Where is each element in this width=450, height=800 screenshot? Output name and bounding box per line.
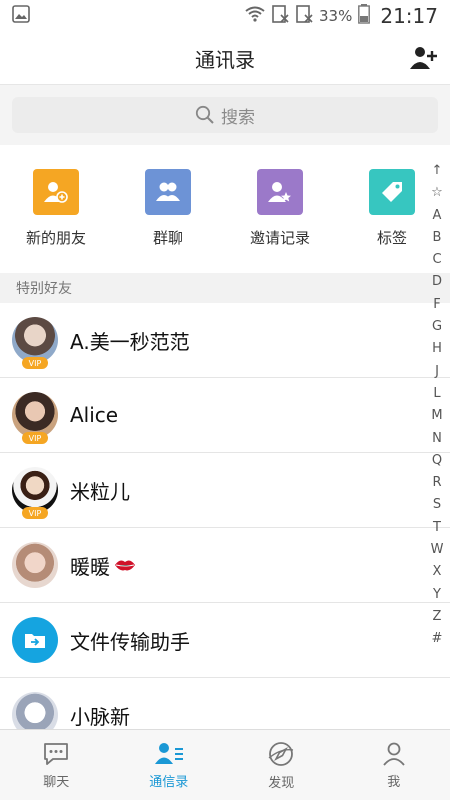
contact-row[interactable]: VIP Alice [0,378,450,453]
new-friends-button[interactable]: 新的朋友 [0,169,112,248]
index-letter[interactable]: R [432,472,441,494]
index-letter[interactable]: ☆ [431,182,443,204]
no-sim-icon [271,5,289,27]
avatar [12,542,58,588]
alphabet-index[interactable]: ↑ ☆ A B C D F G H J L M N Q R S T W X Y … [428,160,446,651]
file-transfer-avatar [12,617,58,663]
index-letter[interactable]: H [432,338,442,360]
quick-label: 新的朋友 [25,229,86,247]
index-letter[interactable]: L [433,383,440,405]
invite-icon [257,169,303,215]
invite-records-button[interactable]: 邀请记录 [224,169,336,248]
index-letter[interactable]: D [432,271,442,293]
index-letter[interactable]: C [432,249,441,271]
avatar: VIP [12,392,58,444]
index-letter[interactable]: T [433,517,441,539]
compass-icon [268,741,294,766]
lips-icon [115,560,135,571]
battery-percent: 33% [319,7,353,25]
gallery-icon [12,5,30,27]
index-letter[interactable]: S [433,494,441,516]
quick-label: 群聊 [152,229,183,247]
avatar: VIP [12,317,58,369]
chat-bubble-icon [44,742,69,765]
vip-badge: VIP [22,357,48,369]
search-input[interactable]: 搜索 [12,97,438,133]
tab-label: 通信录 [149,774,189,790]
tab-contacts[interactable]: 通信录 [113,730,226,800]
group-icon [145,169,191,215]
battery-icon [358,4,371,28]
tab-label: 发现 [268,775,295,791]
quick-actions: 新的朋友 群聊 邀请记录 标签 [0,145,450,273]
index-letter[interactable]: B [433,227,442,249]
tab-me[interactable]: 我 [338,730,450,800]
index-letter[interactable]: ↑ [432,160,443,182]
add-person-icon [410,47,437,69]
add-contact-button[interactable] [410,45,438,71]
quick-label: 标签 [376,229,407,247]
index-letter[interactable]: N [432,428,442,450]
contacts-icon [154,742,183,764]
tab-label: 我 [387,774,401,790]
index-letter[interactable]: Z [433,606,442,628]
index-letter[interactable]: M [431,405,442,427]
status-bar: 33% 21:17 [0,0,450,32]
bottom-tab-bar: 聊天 通信录 发现 我 [0,729,450,800]
folder-icon [25,634,45,648]
index-letter[interactable]: X [433,561,442,583]
wifi-icon [245,6,265,26]
contact-row[interactable]: VIP 米粒儿 [0,453,450,528]
clock: 21:17 [380,4,438,28]
tab-chat[interactable]: 聊天 [0,730,113,800]
contact-name: 暖暖 [70,551,136,580]
contact-row[interactable]: 文件传输助手 [0,603,450,678]
contact-list: VIP A.美一秒范范 VIP Alice VIP 米粒儿 暖暖 文件传输助手 … [0,303,450,752]
contact-row[interactable]: VIP A.美一秒范范 [0,303,450,378]
index-letter[interactable]: G [432,316,442,338]
index-letter[interactable]: A [433,205,442,227]
contact-name: 米粒儿 [70,479,130,504]
index-letter[interactable]: J [435,361,439,383]
search-section: 搜索 [0,85,450,145]
quick-label: 邀请记录 [249,229,310,247]
contact-name: 小脉新 [70,704,130,729]
index-letter[interactable]: F [433,294,440,316]
add-friend-icon [33,169,79,215]
index-letter[interactable]: Y [433,584,441,606]
tag-icon [369,169,415,215]
header: 通讯录 [0,32,450,85]
contact-name: Alice [70,403,119,427]
contact-name: A.美一秒范范 [70,329,190,354]
section-header: 特别好友 [0,273,450,303]
tab-label: 聊天 [43,774,70,790]
no-sim-icon [295,5,313,27]
search-icon [195,105,214,124]
tab-discover[interactable]: 发现 [225,730,338,800]
page-title: 通讯录 [195,47,255,72]
search-placeholder: 搜索 [221,107,255,128]
contact-name-text: 暖暖 [70,554,110,579]
group-chat-button[interactable]: 群聊 [112,169,224,248]
index-letter[interactable]: W [431,539,444,561]
person-icon [383,742,405,766]
contact-row[interactable]: 暖暖 [0,528,450,603]
index-letter[interactable]: # [432,628,443,650]
avatar: VIP [12,467,58,519]
index-letter[interactable]: Q [432,450,442,472]
vip-badge: VIP [22,507,48,519]
contact-name: 文件传输助手 [70,629,190,654]
vip-badge: VIP [22,432,48,444]
